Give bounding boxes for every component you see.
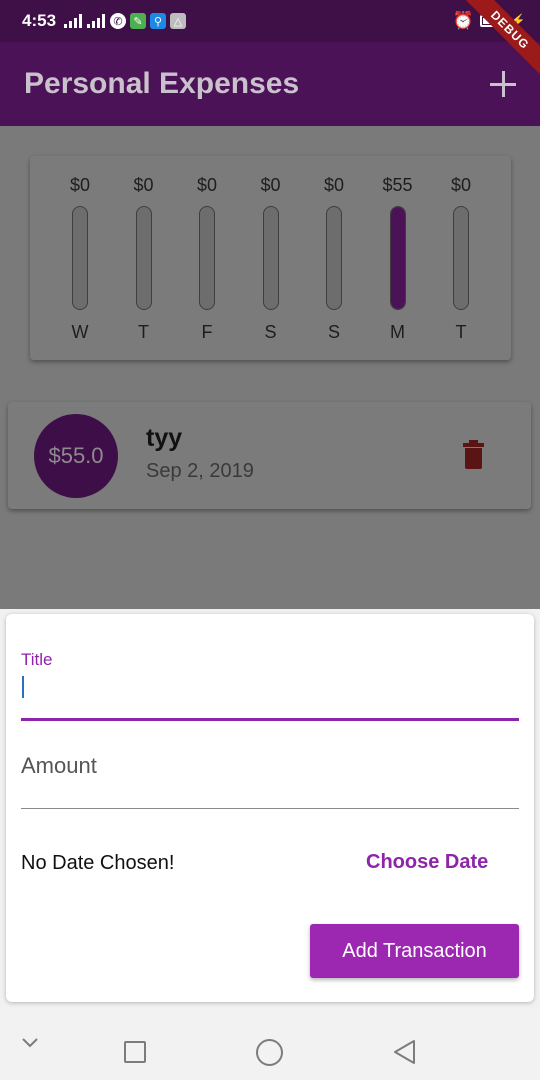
drive-icon: △ bbox=[170, 13, 187, 29]
title-field-label: Title bbox=[21, 650, 53, 669]
chart-bar-column: $0 S bbox=[251, 172, 291, 360]
date-status-text: No Date Chosen! bbox=[21, 852, 175, 874]
chart-bar-amount: $0 bbox=[323, 175, 345, 195]
signal-icon bbox=[87, 14, 106, 28]
chart-bar-day: S bbox=[327, 322, 340, 342]
chart-bar-day: T bbox=[138, 322, 149, 342]
chart-bar-day: W bbox=[71, 322, 89, 342]
weekly-chart-card: $0 W $0 T $0 F $0 S $0 S $55 M $0 T bbox=[30, 156, 511, 360]
chart-bar-column: $0 W bbox=[60, 172, 100, 360]
transaction-title: tyy bbox=[146, 424, 183, 452]
recents-square-icon[interactable] bbox=[124, 1041, 146, 1063]
chart-bar-column: $0 S bbox=[314, 172, 354, 360]
trash-icon[interactable] bbox=[463, 440, 484, 469]
chart-bar-amount: $0 bbox=[133, 175, 154, 195]
whatsapp-icon: ✆ bbox=[110, 13, 127, 29]
status-bar: 4:53 ✆ ✎ ⚲ △ ⏰ ⚡ bbox=[0, 0, 540, 42]
chart-bar bbox=[389, 206, 406, 310]
app-icon: ⚲ bbox=[150, 13, 167, 29]
page-title: Personal Expenses bbox=[24, 67, 300, 100]
main-content: $0 W $0 T $0 F $0 S $0 S $55 M $0 T $55.0 tyy Sep 2, … bbox=[0, 126, 540, 609]
title-field-underline[interactable] bbox=[21, 718, 519, 721]
app-icon: ✎ bbox=[130, 13, 147, 29]
chart-bar bbox=[199, 206, 215, 310]
chart-bar-amount: $0 bbox=[450, 175, 472, 195]
app-bar: Personal Expenses bbox=[0, 42, 540, 126]
transaction-date: Sep 2, 2019 bbox=[146, 460, 254, 482]
chart-bar-column: $0 T bbox=[124, 172, 164, 360]
chart-bar-amount: $0 bbox=[196, 175, 218, 195]
chart-bar-amount: $0 bbox=[69, 175, 91, 195]
amount-field-underline[interactable] bbox=[21, 808, 519, 809]
chevron-down-icon[interactable] bbox=[20, 1032, 40, 1052]
add-transaction-button[interactable]: Add Transaction bbox=[310, 924, 519, 978]
chart-bar bbox=[326, 206, 342, 310]
chart-bar-amount: $55 bbox=[382, 175, 413, 195]
chart-bar-amount: $0 bbox=[260, 175, 281, 195]
chart-bar bbox=[72, 206, 88, 310]
chart-bar-day: F bbox=[201, 322, 213, 342]
chart-bar-day: M bbox=[390, 322, 405, 342]
transaction-amount-avatar: $55.0 bbox=[34, 414, 118, 498]
signal-icon bbox=[64, 14, 83, 28]
chart-bar-column: $0 T bbox=[441, 172, 481, 360]
chart-bar-day: S bbox=[264, 322, 277, 342]
back-triangle-icon[interactable] bbox=[392, 1039, 418, 1065]
choose-date-button[interactable]: Choose Date bbox=[366, 851, 488, 874]
plus-icon[interactable] bbox=[490, 71, 516, 97]
chart-bar-column: $55 M bbox=[378, 172, 418, 360]
status-time: 4:53 bbox=[22, 11, 57, 30]
amount-input[interactable]: Amount bbox=[21, 753, 97, 779]
alarm-icon: ⏰ bbox=[452, 11, 474, 30]
transaction-card: $55.0 tyy Sep 2, 2019 bbox=[8, 402, 531, 509]
chart-bar-column: $0 F bbox=[187, 172, 227, 360]
title-input[interactable] bbox=[22, 676, 24, 698]
chart-bar-day: T bbox=[455, 322, 467, 342]
home-circle-icon[interactable] bbox=[256, 1039, 283, 1066]
chart-bar bbox=[135, 206, 152, 310]
system-nav-bar bbox=[0, 1008, 540, 1080]
new-transaction-sheet: Title Amount No Date Chosen! Choose Date… bbox=[6, 614, 534, 1002]
chart-bar-fill bbox=[390, 207, 405, 309]
chart-bar bbox=[453, 206, 469, 310]
chart-bar bbox=[262, 206, 279, 310]
